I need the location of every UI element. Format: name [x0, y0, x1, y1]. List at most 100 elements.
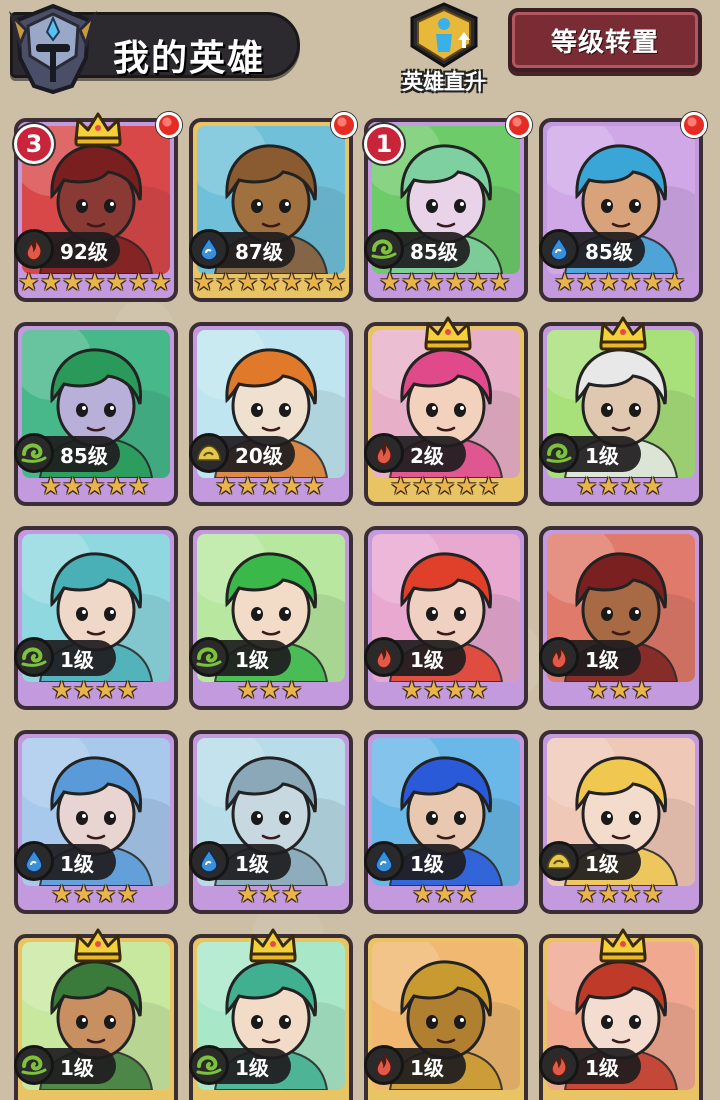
hero-up-icon — [410, 2, 478, 68]
crown-icon — [247, 926, 299, 964]
star-rating: ★ ★ ★ ★ ★ ★ — [543, 266, 699, 298]
hero-level: 1级 — [60, 1055, 94, 1080]
star-icon: ★ — [51, 880, 73, 908]
hero-promote-button[interactable]: 英雄直升 — [392, 0, 496, 100]
hero-level: 1级 — [410, 647, 444, 672]
hero-card[interactable]: 1级 — [14, 928, 178, 1100]
star-icon: ★ — [303, 268, 325, 296]
star-icon: ★ — [489, 268, 511, 296]
star-rating: ★ ★ ★ ★ — [543, 470, 699, 502]
level-pill: 1级 — [364, 1045, 466, 1085]
hero-level: 87级 — [235, 239, 283, 264]
star-icon: ★ — [62, 472, 84, 500]
earth-element-icon — [539, 841, 579, 881]
star-rating — [193, 1082, 349, 1100]
wind-element-icon — [364, 229, 404, 269]
level-pill: 1级 — [14, 841, 116, 881]
star-rating — [543, 1082, 699, 1100]
star-icon: ★ — [128, 268, 150, 296]
hero-level: 2级 — [410, 443, 444, 468]
star-icon: ★ — [631, 676, 653, 704]
star-icon: ★ — [281, 880, 303, 908]
star-icon: ★ — [73, 880, 95, 908]
star-icon: ★ — [106, 472, 128, 500]
hero-card[interactable]: ★ ★ ★ 1级 — [364, 730, 528, 914]
level-pill: 1级 — [539, 433, 641, 473]
star-icon: ★ — [325, 268, 347, 296]
star-icon: ★ — [576, 472, 598, 500]
star-icon: ★ — [51, 676, 73, 704]
hero-card[interactable]: 1级 — [364, 934, 528, 1100]
star-icon: ★ — [576, 268, 598, 296]
level-pill: 85级 — [364, 229, 470, 269]
hero-card[interactable]: ★ ★ ★ 1级 — [189, 526, 353, 710]
hero-card[interactable]: 1级 — [539, 928, 703, 1100]
star-icon: ★ — [95, 676, 117, 704]
star-rating: ★ ★ ★ ★ ★ — [18, 470, 174, 502]
star-rating: ★ ★ ★ ★ ★ ★ — [368, 266, 524, 298]
star-icon: ★ — [84, 472, 106, 500]
hero-grid: ★ ★ ★ ★ ★ ★ ★ 92级 3 ★ ★ ★ ★ ★ ★ ★ 87级 ★ … — [14, 112, 707, 1100]
hero-card[interactable]: 1级 — [189, 928, 353, 1100]
hero-level: 85级 — [410, 239, 458, 264]
hero-card[interactable]: ★ ★ ★ ★ 1级 — [14, 730, 178, 914]
fire-element-icon — [539, 637, 579, 677]
star-icon: ★ — [193, 268, 215, 296]
hero-level: 1级 — [60, 851, 94, 876]
level-pill: 1级 — [189, 637, 291, 677]
fire-element-icon — [364, 637, 404, 677]
fire-element-icon — [539, 1045, 579, 1085]
hero-card[interactable]: ★ ★ ★ ★ ★ 20级 — [189, 322, 353, 506]
hero-card[interactable]: ★ ★ ★ ★ ★ ★ 85级 — [539, 112, 707, 302]
star-icon: ★ — [237, 880, 259, 908]
star-rating: ★ ★ ★ ★ ★ — [193, 470, 349, 502]
star-rating: ★ ★ ★ — [193, 674, 349, 706]
star-icon: ★ — [237, 472, 259, 500]
hero-card[interactable]: ★ ★ ★ ★ ★ ★ ★ 87级 — [189, 112, 357, 302]
hero-promote-label: 英雄直升 — [402, 70, 486, 94]
star-icon: ★ — [62, 268, 84, 296]
hero-card[interactable]: ★ ★ ★ ★ 1级 — [14, 526, 178, 710]
star-rating: ★ ★ ★ — [368, 878, 524, 910]
level-pill: 20级 — [189, 433, 295, 473]
hero-card[interactable]: ★ ★ ★ ★ ★ 85级 — [14, 322, 178, 506]
hero-card[interactable]: ★ ★ ★ ★ ★ ★ 85级 1 — [364, 112, 532, 302]
hero-card[interactable]: ★ ★ ★ ★ 1级 — [539, 316, 703, 506]
star-icon: ★ — [478, 472, 500, 500]
star-icon: ★ — [642, 472, 664, 500]
wind-element-icon — [14, 433, 54, 473]
crown-icon — [422, 314, 474, 352]
level-pill: 1级 — [364, 637, 466, 677]
star-rating: ★ ★ ★ ★ — [18, 878, 174, 910]
rank-badge: 1 — [364, 124, 404, 164]
earth-element-icon — [189, 433, 229, 473]
helmet-icon — [8, 3, 98, 95]
water-element-icon — [539, 229, 579, 269]
hero-level: 1级 — [410, 851, 444, 876]
hero-card[interactable]: ★ ★ ★ 1级 — [189, 730, 353, 914]
hero-level: 1级 — [585, 1055, 619, 1080]
star-icon: ★ — [401, 676, 423, 704]
notification-dot — [506, 112, 532, 138]
crown-icon — [597, 926, 649, 964]
star-icon: ★ — [84, 268, 106, 296]
star-rating: ★ ★ ★ — [543, 674, 699, 706]
star-icon: ★ — [73, 676, 95, 704]
star-icon: ★ — [598, 268, 620, 296]
star-rating: ★ ★ ★ ★ — [368, 674, 524, 706]
level-pill: 85级 — [14, 433, 120, 473]
star-icon: ★ — [379, 268, 401, 296]
hero-card[interactable]: ★ ★ ★ 1级 — [539, 526, 703, 710]
hero-card[interactable]: ★ ★ ★ ★ ★ ★ ★ 92级 3 — [14, 112, 182, 302]
rank-badge: 3 — [14, 124, 54, 164]
wind-element-icon — [189, 1045, 229, 1085]
hero-card[interactable]: ★ ★ ★ ★ 1级 — [364, 526, 528, 710]
star-icon: ★ — [150, 268, 172, 296]
level-transfer-button[interactable]: 等级转置 — [508, 8, 702, 72]
star-rating: ★ ★ ★ ★ ★ — [368, 470, 524, 502]
hero-card[interactable]: ★ ★ ★ ★ 1级 — [539, 730, 703, 914]
notification-dot — [156, 112, 182, 138]
star-icon: ★ — [467, 676, 489, 704]
wind-element-icon — [189, 637, 229, 677]
hero-card[interactable]: ★ ★ ★ ★ ★ 2级 — [364, 316, 528, 506]
